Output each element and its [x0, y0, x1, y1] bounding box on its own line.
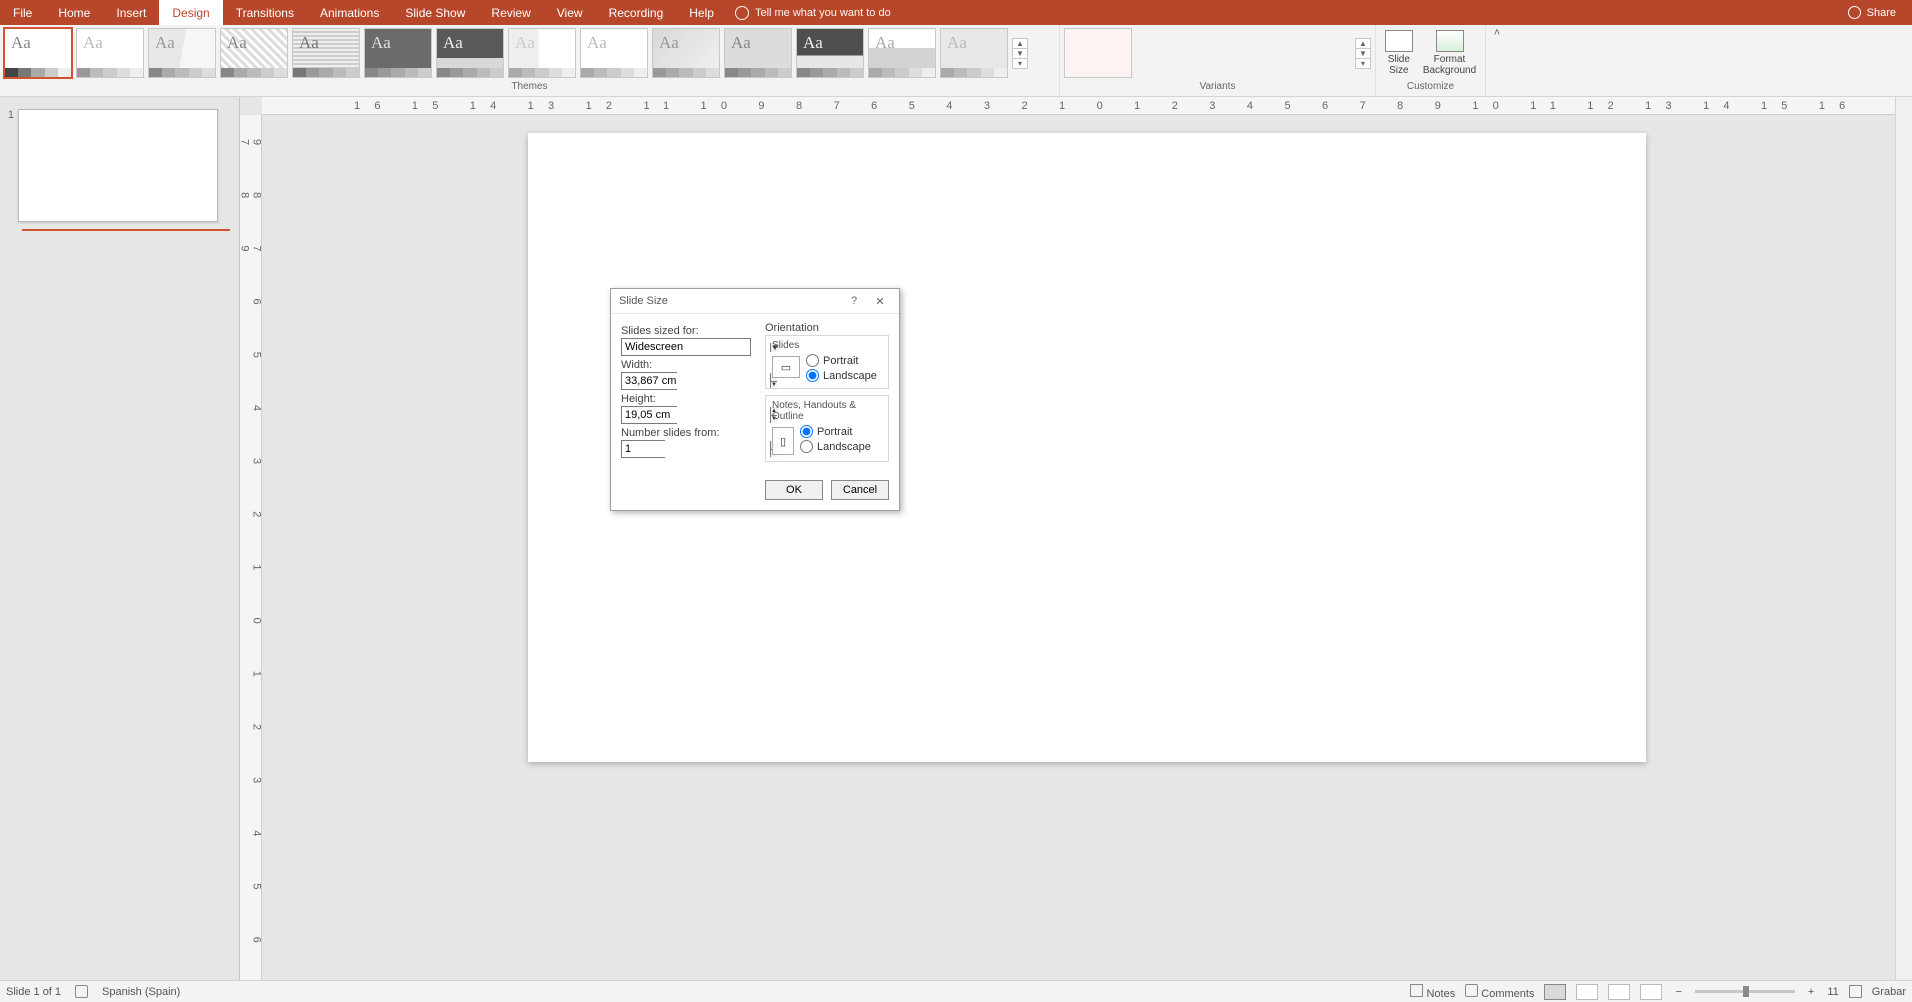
number-from-input[interactable] — [622, 441, 770, 457]
notes-legend: Notes, Handouts & Outline — [772, 400, 882, 422]
comments-icon — [1465, 984, 1478, 997]
modal-overlay — [0, 0, 1912, 1002]
width-label: Width: — [621, 359, 757, 371]
orientation-label: Orientation — [765, 322, 889, 334]
notes-portrait-label: Portrait — [817, 426, 852, 438]
zoom-slider-thumb[interactable] — [1743, 986, 1749, 997]
status-language[interactable]: Spanish (Spain) — [102, 986, 180, 998]
dialog-titlebar[interactable]: Slide Size ? ✕ — [611, 289, 899, 314]
cancel-button[interactable]: Cancel — [831, 480, 889, 500]
sorter-view-button[interactable] — [1576, 984, 1598, 1000]
zoom-level[interactable]: 11 — [1827, 986, 1838, 998]
slides-landscape-radio[interactable]: Landscape — [806, 369, 877, 382]
ok-button[interactable]: OK — [765, 480, 823, 500]
sized-for-input[interactable] — [622, 341, 770, 353]
notes-icon — [1410, 984, 1423, 997]
spellcheck-icon[interactable] — [75, 985, 88, 998]
zoom-in-button[interactable]: + — [1805, 986, 1817, 998]
height-input[interactable] — [622, 407, 770, 423]
slides-landscape-label: Landscape — [823, 370, 877, 382]
status-slide-count: Slide 1 of 1 — [6, 986, 61, 998]
height-label: Height: — [621, 393, 757, 405]
dialog-close-button[interactable]: ✕ — [869, 290, 891, 312]
reading-view-button[interactable] — [1608, 984, 1630, 1000]
normal-view-button[interactable] — [1544, 984, 1566, 1000]
comments-button[interactable]: Comments — [1465, 984, 1534, 1000]
notes-portrait-radio[interactable]: Portrait — [800, 425, 871, 438]
number-from-label: Number slides from: — [621, 427, 757, 439]
status-bar: Slide 1 of 1 Spanish (Spain) Notes Comme… — [0, 980, 1912, 1002]
slides-portrait-label: Portrait — [823, 355, 858, 367]
notes-orient-icon: ▯ — [772, 427, 794, 455]
fit-to-window-icon[interactable] — [1849, 985, 1862, 998]
number-from-spinbox[interactable]: ▲▼ — [621, 440, 665, 458]
comments-label: Comments — [1481, 988, 1534, 1000]
slides-portrait-radio[interactable]: Portrait — [806, 354, 877, 367]
slideshow-view-button[interactable] — [1640, 984, 1662, 1000]
sized-for-label: Slides sized for: — [621, 325, 757, 337]
slide-size-dialog: Slide Size ? ✕ Slides sized for: ▼ Width… — [610, 288, 900, 511]
dialog-title: Slide Size — [619, 295, 668, 307]
slides-orient-icon: ▭ — [772, 356, 800, 378]
grabar-button[interactable]: Grabar — [1872, 986, 1906, 998]
notes-button[interactable]: Notes — [1410, 984, 1455, 1000]
width-spinbox[interactable]: ▲▼ — [621, 372, 677, 390]
sized-for-combo[interactable]: ▼ — [621, 338, 751, 356]
notes-orientation-group: Notes, Handouts & Outline ▯ Portrait Lan… — [765, 395, 889, 462]
height-spinbox[interactable]: ▲▼ — [621, 406, 677, 424]
notes-landscape-label: Landscape — [817, 441, 871, 453]
notes-label: Notes — [1426, 988, 1455, 1000]
slides-legend: Slides — [772, 340, 882, 351]
slides-orientation-group: Slides ▭ Portrait Landscape — [765, 335, 889, 389]
zoom-out-button[interactable]: − — [1672, 986, 1684, 998]
dialog-help-button[interactable]: ? — [843, 290, 865, 312]
notes-landscape-radio[interactable]: Landscape — [800, 440, 871, 453]
zoom-slider[interactable] — [1695, 990, 1795, 993]
width-input[interactable] — [622, 373, 770, 389]
